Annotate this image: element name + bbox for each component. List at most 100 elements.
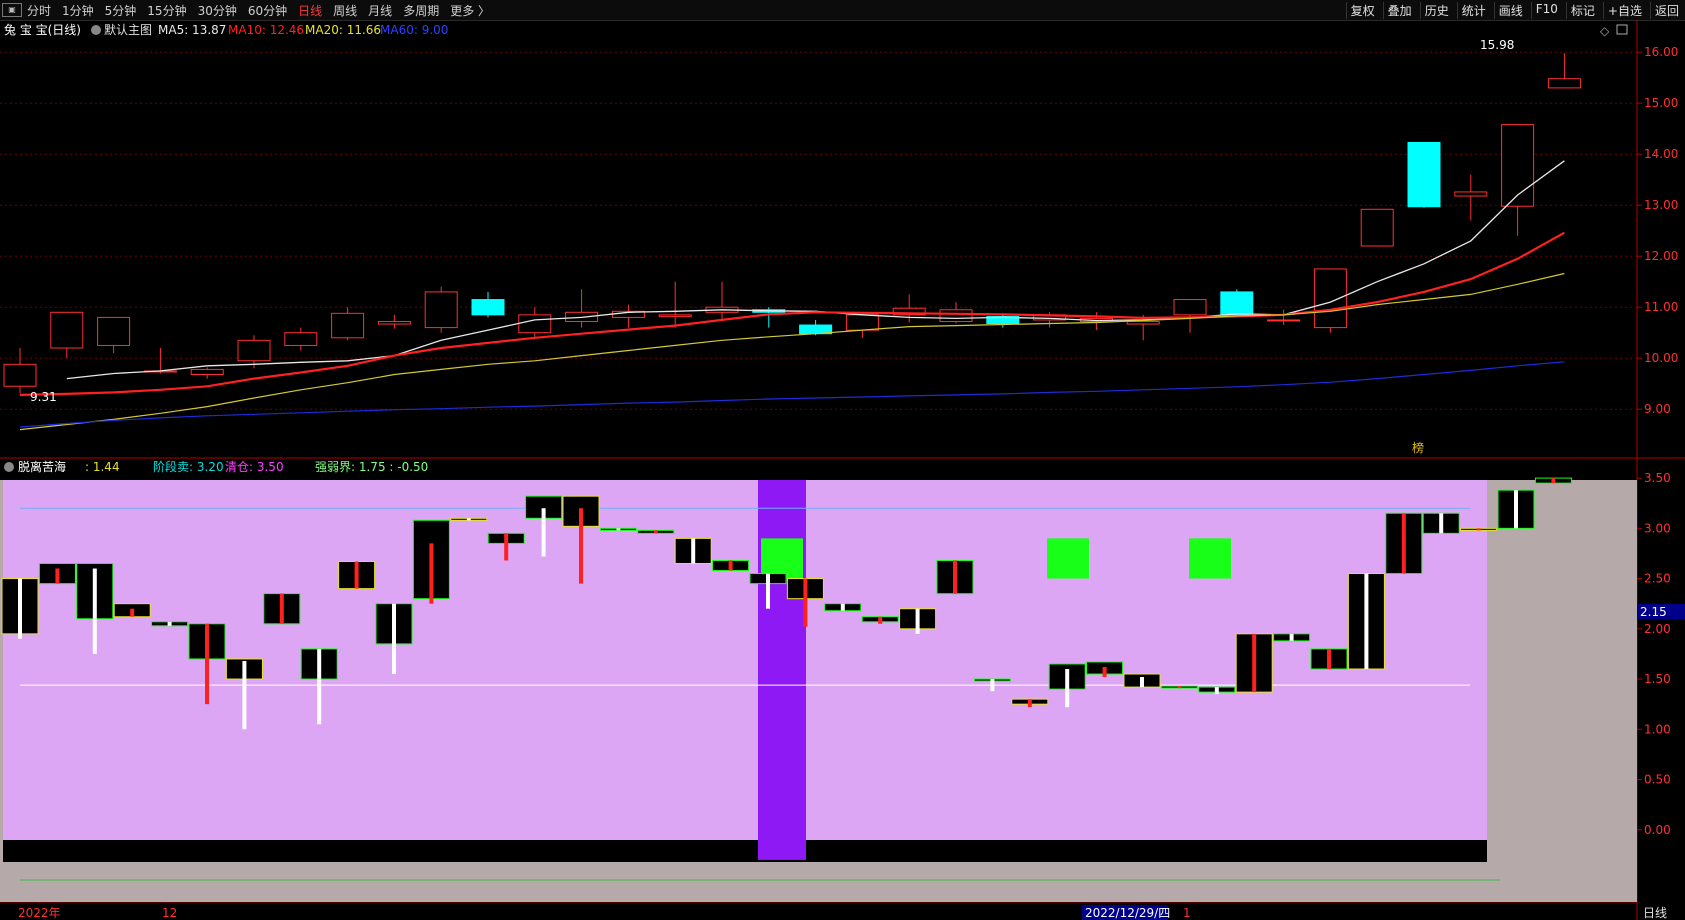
sub-bar-core-32 xyxy=(1214,687,1219,695)
tab-period-1[interactable]: 1分钟 xyxy=(62,2,94,19)
sub-bar-core-11 xyxy=(429,543,434,604)
overlay-button[interactable]: 叠加 xyxy=(1382,2,1416,19)
sub-y-tick-2: 2.50 xyxy=(1644,572,1671,586)
candle-body-29 xyxy=(1360,208,1394,247)
sub-y-tick-6: 0.50 xyxy=(1644,773,1671,787)
sub-bar-core-36 xyxy=(1364,573,1369,669)
sub-green-block-1 xyxy=(1047,538,1089,579)
candle-body-32 xyxy=(1501,124,1535,207)
tab-period-9[interactable]: 多周期 xyxy=(403,2,439,19)
candle-body-9 xyxy=(424,291,458,329)
x-label-year: 2022年 xyxy=(18,906,61,920)
sub-y-tick-3: 2.00 xyxy=(1644,622,1671,636)
sub-bar-core-16 xyxy=(616,528,621,531)
sub-bar-core-35 xyxy=(1327,648,1331,669)
sub-bar-core-27 xyxy=(1027,699,1032,708)
sub-bar-core-5 xyxy=(205,623,209,705)
sub-bar-core-4 xyxy=(167,621,172,626)
draw-line-button[interactable]: 画线 xyxy=(1493,2,1527,19)
sub-bar-core-8 xyxy=(317,648,322,725)
tab-more[interactable]: 更多 〉 xyxy=(450,2,490,19)
system-menu-icon[interactable]: ▣ xyxy=(2,3,22,17)
sub-bar-core-40 xyxy=(1514,490,1518,529)
candle-body-33 xyxy=(1547,78,1581,89)
back-button[interactable]: 返回 xyxy=(1649,2,1683,19)
template-name[interactable]: 默认主图 xyxy=(104,22,152,37)
candle-body-11 xyxy=(518,314,552,334)
sub-green-block-2 xyxy=(1189,538,1231,579)
sub-bar-core-24 xyxy=(915,608,920,634)
candle-body-24 xyxy=(1126,320,1160,325)
sub-bar-core-0 xyxy=(18,578,22,639)
indicator-value-2: 阶段卖: 3.20 xyxy=(153,459,224,474)
sub-bar-core-20 xyxy=(766,573,770,609)
tab-period-8[interactable]: 月线 xyxy=(368,2,392,19)
candle-body-18 xyxy=(845,314,879,331)
x-axis: 2022年 12 2022/12/29/四 1 日线 xyxy=(18,905,1667,920)
history-button[interactable]: 历史 xyxy=(1419,2,1453,19)
candle-body-1 xyxy=(50,311,84,349)
sub-template-toggle-icon[interactable] xyxy=(4,462,14,472)
period-label[interactable]: 日线 xyxy=(1643,906,1667,920)
sub-bar-core-14 xyxy=(541,508,546,557)
tab-period-2[interactable]: 5分钟 xyxy=(105,2,137,19)
tab-period-4[interactable]: 30分钟 xyxy=(198,2,237,19)
sub-bar-core-23 xyxy=(878,616,883,624)
sub-y-axis: 3.50 3.00 2.50 2.00 1.50 1.00 0.50 0.00 xyxy=(1637,471,1671,837)
sub-bar-core-2 xyxy=(92,568,97,654)
mark-button[interactable]: 标记 xyxy=(1565,2,1599,19)
x-label-month1: 1 xyxy=(1183,906,1191,920)
ma5-legend: MA5: 13.87 xyxy=(158,23,226,37)
statistics-button[interactable]: 统计 xyxy=(1456,2,1490,19)
sub-y-tick-1: 3.00 xyxy=(1644,521,1671,535)
crosshair-value: 2.15 xyxy=(1640,605,1667,619)
main-y-tick-6: 10.00 xyxy=(1644,351,1678,365)
indicator-name[interactable]: 脱离苦海 xyxy=(18,459,66,474)
candle-body-7 xyxy=(331,312,365,339)
tab-period-5[interactable]: 60分钟 xyxy=(248,2,287,19)
sub-bar-core-9 xyxy=(354,561,359,589)
x-label-month12: 12 xyxy=(162,906,177,920)
f10-button[interactable]: F10 xyxy=(1530,2,1562,19)
sub-legend: 脱离苦海 : 1.44 阶段卖: 3.20 清仓: 3.50 强弱界: 1.75… xyxy=(4,459,428,474)
add-watchlist-button[interactable]: +自选 xyxy=(1602,2,1646,19)
sub-bar-core-28 xyxy=(1065,669,1070,708)
tab-period-0[interactable]: 分时 xyxy=(27,2,51,19)
chart-area[interactable]: 兔 宝 宝(日线) 默认主图 MA5: 13.87 MA10: 12.46 MA… xyxy=(0,20,1685,920)
candle-body-2 xyxy=(97,316,131,346)
candle-body-14 xyxy=(658,314,692,317)
diamond-icon[interactable]: ◇ xyxy=(1600,24,1610,38)
main-legend: 兔 宝 宝(日线) 默认主图 MA5: 13.87 MA10: 12.46 MA… xyxy=(4,22,448,37)
sub-bar-core-31 xyxy=(1177,686,1182,689)
sub-purple-band xyxy=(758,480,806,860)
main-corner-icons: ◇ xyxy=(1600,24,1628,38)
sub-bar-core-19 xyxy=(728,560,733,571)
x-label-date: 2022/12/29/四 xyxy=(1085,906,1170,920)
sub-bar-core-17 xyxy=(653,530,658,534)
main-y-tick-7: 9.00 xyxy=(1644,402,1671,416)
sub-bar-core-39 xyxy=(1476,528,1481,531)
ma10-legend: MA10: 12.46 xyxy=(228,23,304,37)
sub-bar-core-10 xyxy=(392,603,396,675)
stock-name[interactable]: 兔 宝 宝(日线) xyxy=(4,22,81,37)
sub-bar-core-21 xyxy=(803,578,808,627)
sub-bar-core-3 xyxy=(130,608,135,617)
candle-body-27 xyxy=(1267,319,1301,322)
candle-body-8 xyxy=(377,320,411,325)
period-tabs: 分时 1分钟 5分钟 15分钟 30分钟 60分钟 日线 周线 月线 多周期 更… xyxy=(27,2,490,19)
main-y-tick-5: 11.00 xyxy=(1644,300,1678,314)
restore-rights-button[interactable]: 复权 xyxy=(1345,2,1379,19)
panel-toggle-icon[interactable] xyxy=(1616,24,1628,35)
template-toggle-icon[interactable] xyxy=(91,25,101,35)
sub-bar-core-41 xyxy=(1551,478,1556,484)
high-label: 15.98 xyxy=(1480,38,1514,52)
top-toolbar: ▣ 分时 1分钟 5分钟 15分钟 30分钟 60分钟 日线 周线 月线 多周期… xyxy=(0,0,1685,21)
sub-y-tick-5: 1.00 xyxy=(1644,722,1671,736)
tab-period-6[interactable]: 日线 xyxy=(298,2,322,19)
tab-period-3[interactable]: 15分钟 xyxy=(147,2,186,19)
main-y-tick-4: 12.00 xyxy=(1644,249,1678,263)
tab-period-7[interactable]: 周线 xyxy=(333,2,357,19)
sub-bar-core-33 xyxy=(1252,633,1257,693)
sub-y-tick-0: 3.50 xyxy=(1644,471,1671,485)
candle-body-4 xyxy=(190,368,224,376)
